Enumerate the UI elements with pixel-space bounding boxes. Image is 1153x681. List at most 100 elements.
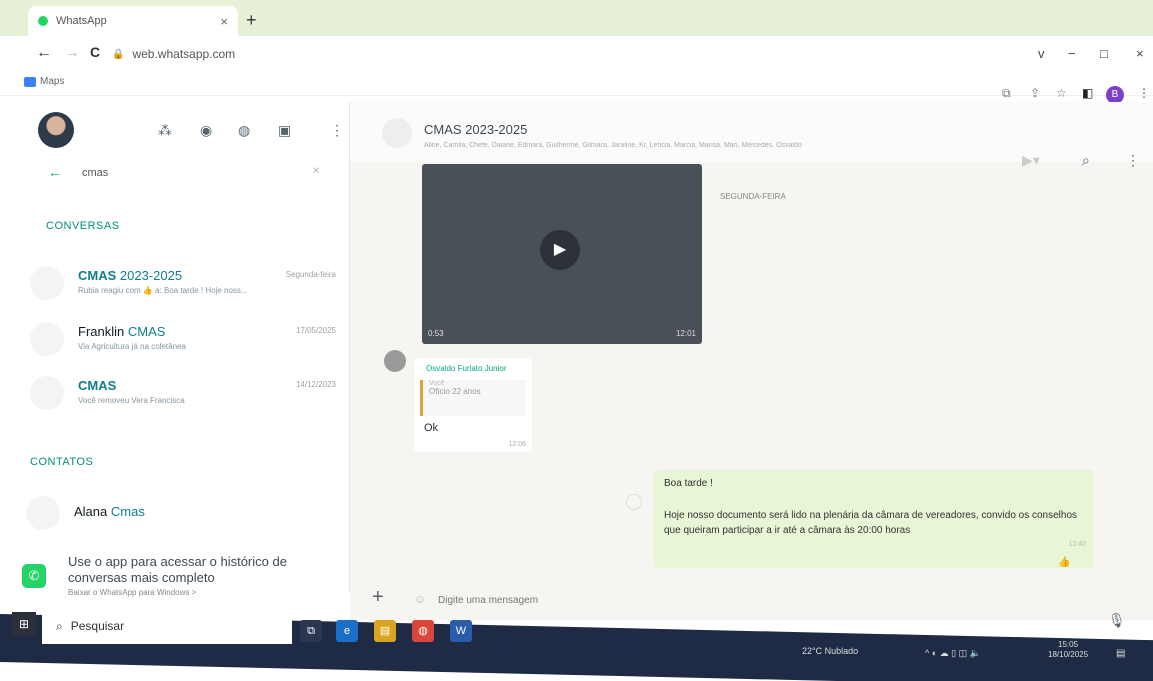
new-tab-button[interactable]: + [246,10,257,31]
download-app-banner[interactable]: ✆ Use o app para acessar o histórico de … [0,550,350,600]
file-explorer-icon[interactable]: ▤ [374,620,396,642]
message-text: Ok [424,422,439,434]
chat-time: Segunda-feira [285,270,336,279]
edge-icon[interactable]: e [336,620,358,642]
bookmark-maps[interactable]: Maps [24,76,64,87]
section-heading-chats: CONVERSAS [46,220,120,232]
search-bar: ← ✕ [0,160,350,190]
bookmarks-bar [0,70,1153,96]
contact-name: Alana Cmas [74,504,145,519]
incoming-message[interactable]: Osvaldo Furlato Junior Você Ofício 22 an… [414,358,532,452]
message-time: 12:01 [675,329,696,338]
avatar[interactable] [384,350,406,372]
clock-time: 15:05 [1058,640,1079,649]
status-icon[interactable]: ◉ [200,122,212,139]
search-icon[interactable]: ⌕ [1082,152,1090,169]
emoji-icon[interactable]: ☺ [414,592,426,606]
browser-tab-whatsapp[interactable]: WhatsApp × [28,6,238,36]
video-duration: 0:53 [428,329,444,338]
windows-start-icon[interactable]: ⊞ [12,612,36,636]
sidepanel-icon[interactable]: ◧ [1082,86,1093,100]
taskbar-search[interactable]: ⌕ Pesquisar [42,608,292,644]
chat-time: 17/05/2025 [295,326,336,335]
chat-name: CMAS 2023-2025 [78,268,183,283]
play-icon[interactable]: ▶ [540,230,580,270]
sender-name[interactable]: Osvaldo Furlato Junior [426,364,506,373]
avatar[interactable] [38,112,74,148]
tab-search-button[interactable]: v [1038,46,1045,61]
weather-widget[interactable]: 22°C Nublado [802,646,858,656]
close-window-button[interactable]: × [1136,46,1144,61]
clear-search-icon[interactable]: ✕ [312,166,320,177]
search-icon: ⌕ [56,618,63,633]
chat-list-item[interactable]: CMAS 2023-2025 Rubia reagiu com 👍 a: Boa… [30,260,350,312]
taskbar-search-label: Pesquisar [70,619,125,633]
message-input[interactable] [438,590,998,610]
word-icon[interactable]: W [450,620,472,642]
task-view-icon[interactable]: ⧉ [300,620,322,642]
share-icon[interactable]: ⇪ [1030,86,1040,100]
message-composer: + ☺ 🎙 [350,580,1153,628]
conversation-title: CMAS 2023-2025 [424,122,528,137]
mic-icon[interactable]: 🎙 [1108,612,1126,629]
reaction-button-icon[interactable] [626,494,642,510]
community-icon[interactable]: ⁂ [158,122,172,139]
star-icon[interactable]: ☆ [1056,86,1067,100]
url-text: web.whatsapp.com [132,47,236,61]
video-call-icon[interactable]: ▶▾ [1022,152,1040,169]
reload-button[interactable]: C [90,44,100,60]
clock-date: 18/10/2025 [1048,650,1089,659]
quote-text: Ofício 22 anos [429,387,481,396]
sidebar: ⁂ ◉ ◍ ▣ ⋮ ← ✕ CONVERSAS CMAS 2023-2025 R… [0,102,350,597]
system-tray-icons[interactable]: ^ ◐ ☁ ▯ ◫ 🔈 [925,648,981,659]
back-arrow-icon[interactable]: ← [48,164,62,180]
chat-name: CMAS [78,378,117,393]
menu-icon[interactable]: ⋮ [330,122,344,139]
maps-icon [24,76,36,87]
download-link[interactable]: Baixar o WhatsApp para Windows > [68,588,196,597]
message-time: 12:40 [1068,541,1086,548]
conversation-members: Aline, Camila, Chefe, Daiane, Edmara, Gu… [424,142,802,149]
video-message[interactable]: ▶ 0:53 12:01 [422,164,702,344]
quote-author: Você [429,380,445,387]
section-heading-contacts: CONTATOS [30,456,94,468]
reaction-badge[interactable]: 👍 [1058,557,1070,568]
notification-icon[interactable]: ▤ [1116,648,1125,659]
chat-preview: Rubia reagiu com 👍 a: Boa tarde ! Hoje n… [78,286,248,295]
whatsapp-icon: ✆ [22,564,46,588]
chat-preview: Você removeu Vera Francisca [78,396,185,405]
message-text: Boa tarde ! [664,478,713,489]
chat-list-item[interactable]: CMAS Você removeu Vera Francisca 14/12/2… [30,370,350,422]
maximize-button[interactable]: □ [1100,46,1108,61]
minimize-button[interactable]: − [1068,46,1076,61]
avatar[interactable] [382,118,412,148]
promo-title: Use o app para acessar o histórico de co… [68,554,287,585]
sidebar-header: ⁂ ◉ ◍ ▣ ⋮ [0,102,350,157]
new-chat-icon[interactable]: ▣ [278,122,291,139]
avatar [26,496,60,530]
outgoing-message[interactable]: Boa tarde ! Hoje nosso documento será li… [654,470,1094,568]
back-button[interactable]: ← [36,44,52,62]
channels-icon[interactable]: ◍ [238,122,250,139]
search-input[interactable] [82,162,312,184]
bookmark-label: Maps [40,76,65,87]
whatsapp-favicon-icon [38,16,48,26]
chat-name: Franklin CMAS [78,324,166,339]
lock-icon: 🔒 [112,48,125,60]
avatar [30,322,64,356]
avatar [30,266,64,300]
url-field[interactable]: 🔒 web.whatsapp.com [112,42,992,66]
menu-icon[interactable]: ⋮ [1126,152,1140,169]
contact-list-item[interactable]: Alana Cmas [26,490,346,542]
conversation-header[interactable]: CMAS 2023-2025 Aline, Camila, Chefe, Dai… [350,102,1153,168]
taskbar-clock[interactable]: 15:05 18/10/2025 [1048,640,1088,660]
attach-button[interactable]: + [372,586,384,609]
extension-icon[interactable]: ⧉ [1002,86,1011,101]
browser-menu-icon[interactable]: ⋮ [1138,86,1150,100]
chrome-icon[interactable]: ◍ [412,620,434,642]
tab-close-button[interactable]: × [220,14,228,29]
quoted-message[interactable]: Você Ofício 22 anos [420,380,526,416]
forward-button[interactable]: → [64,44,80,62]
message-time: 12:06 [508,441,526,448]
chat-list-item[interactable]: Franklin CMAS Via Agricultura já na cole… [30,316,350,368]
